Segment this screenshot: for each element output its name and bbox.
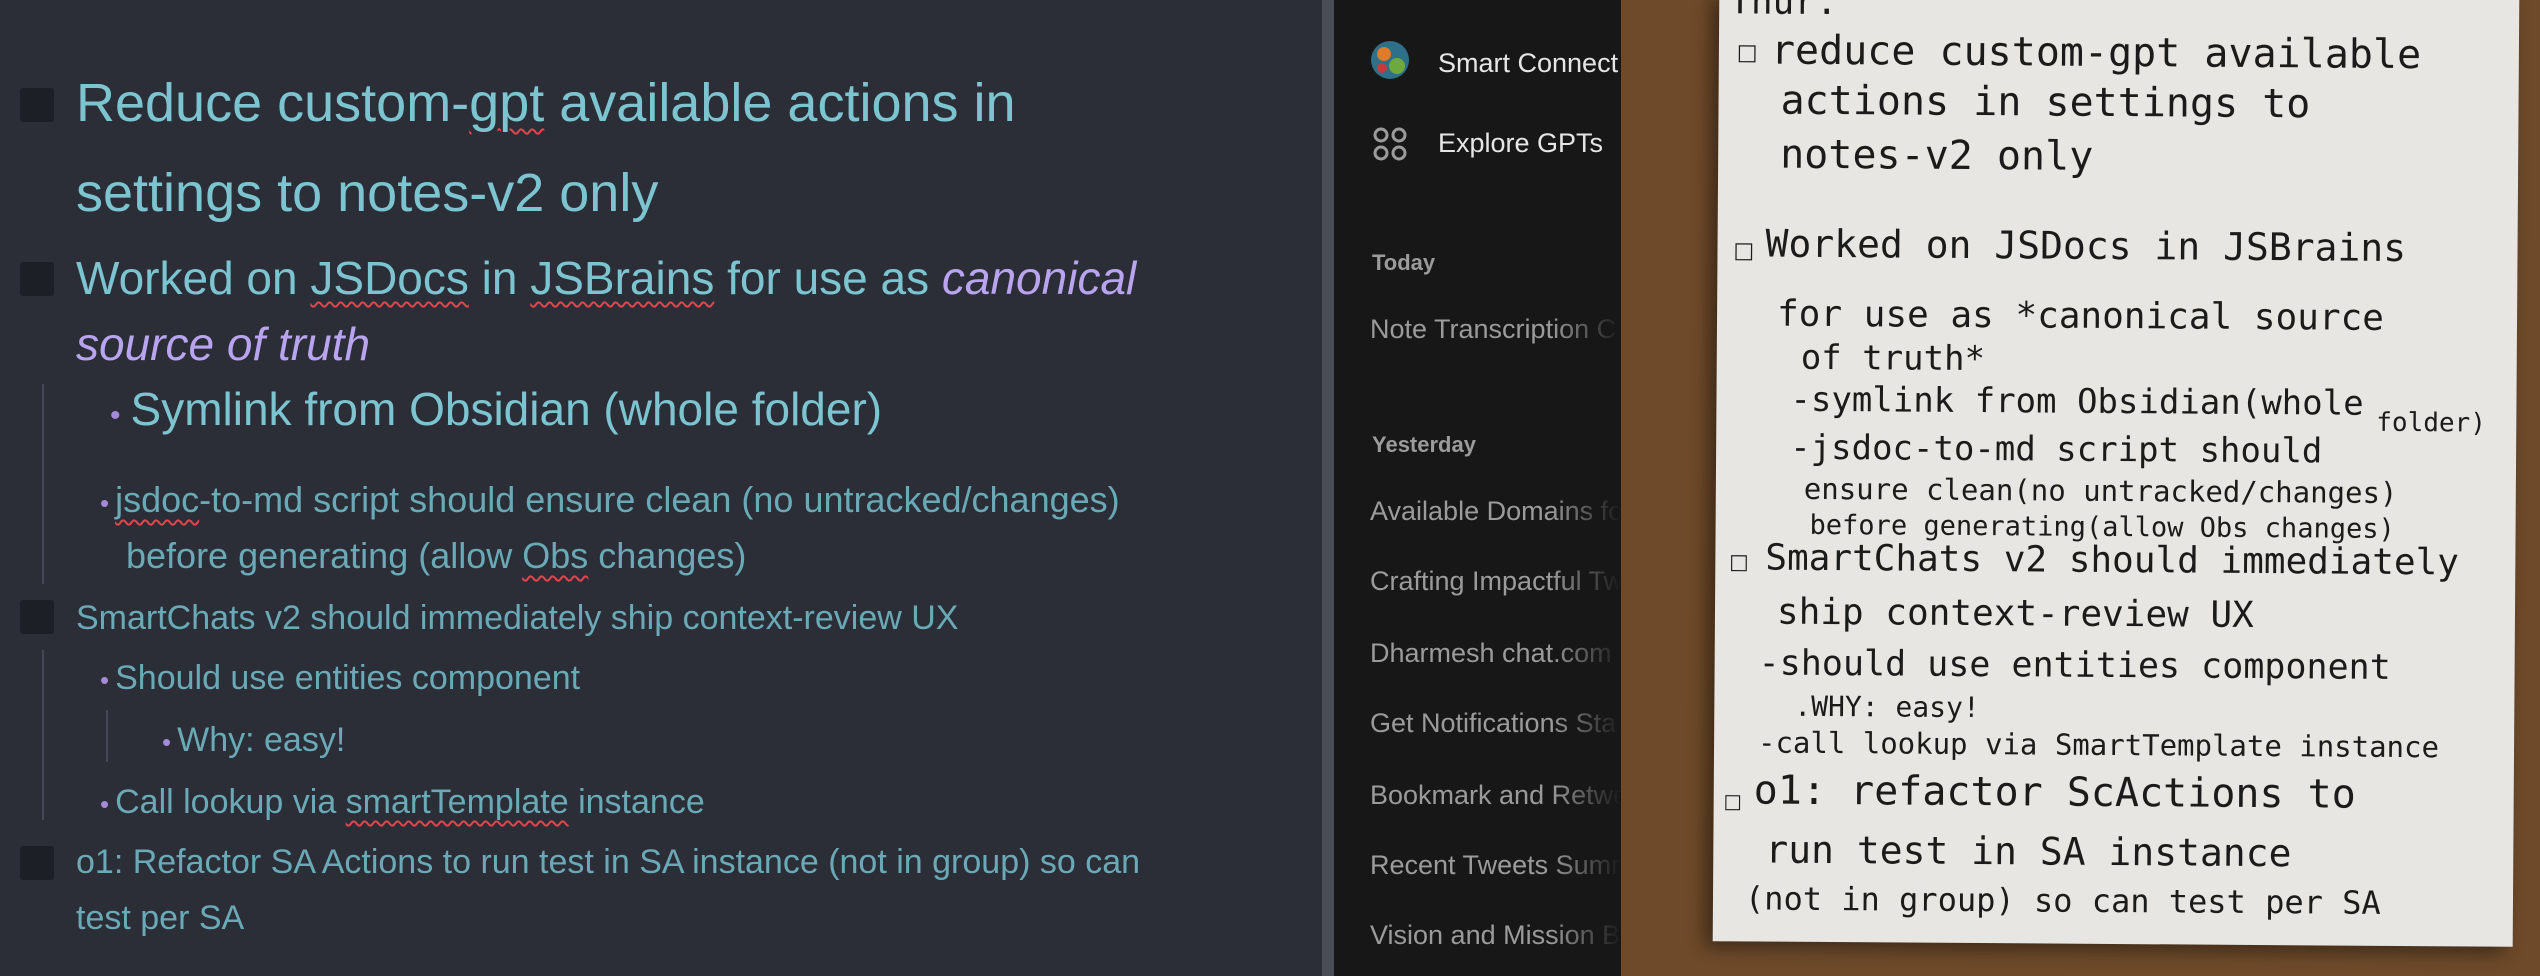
chat-sidebar: Smart Connect Explore GPTs Today Note Tr… (1334, 0, 1621, 976)
spellcheck-error[interactable]: smartTemplate (346, 783, 569, 821)
list-item: • jsdoc-to-md script should ensure clean … (100, 479, 1120, 520)
task-checkbox-4[interactable] (20, 846, 54, 880)
handwritten-line: folder) (2376, 407, 2487, 439)
handwritten-line: notes-v2 only (1780, 131, 2094, 180)
handwritten-line: .WHY: easy! (1794, 689, 1980, 725)
task-checkbox-3[interactable] (20, 600, 54, 634)
handwritten-line: reduce custom-gpt available (1770, 27, 2422, 79)
indent-guide (42, 384, 44, 584)
handwritten-line: for use as *canonical source (1776, 293, 2385, 339)
task-3-title: SmartChats v2 should immediately ship co… (76, 599, 959, 637)
section-heading-yesterday: Yesterday (1372, 432, 1476, 457)
task-1-line-2: settings to notes-v2 only (76, 163, 659, 223)
paper-sheet: Thur. ☐ reduce custom-gpt available acti… (1712, 0, 2520, 947)
task-4-line-1: o1: Refactor SA Actions to run test in S… (76, 843, 1141, 881)
gpt-smart-connect[interactable]: Smart Connect (1438, 48, 1618, 79)
grid-dots-icon (1370, 124, 1410, 164)
spellcheck-error[interactable]: JSBrains (530, 252, 714, 304)
task-checkbox-1[interactable] (20, 88, 54, 122)
task-4-line-2: test per SA (76, 899, 245, 937)
handwritten-line: SmartChats v2 should immediately (1765, 537, 2460, 584)
handwritten-checkbox: ☐ (1736, 31, 1758, 72)
italic-text: canonical (941, 252, 1137, 304)
explore-gpts-link[interactable]: Explore GPTs (1438, 128, 1603, 159)
task-1-line-1: Reduce custom-gpt available actions in (76, 73, 1016, 133)
handwritten-line: -should use entities component (1758, 643, 2391, 688)
handwritten-line: -call lookup via SmartTemplate instance (1757, 725, 2440, 765)
indent-guide (106, 710, 108, 762)
task-checkbox-2[interactable] (20, 262, 54, 296)
handwritten-line: (not in group) so can test per SA (1744, 879, 2381, 922)
sidebar-fade (1551, 300, 1621, 976)
list-item: • Call lookup via smartTemplate instance (100, 783, 705, 821)
pane-divider[interactable] (1322, 0, 1334, 976)
spellcheck-error[interactable]: jsdoc (115, 479, 199, 520)
handwritten-line: actions in settings to (1780, 77, 2311, 128)
handwritten-checkbox: ☐ (1729, 541, 1749, 580)
handwritten-line: Thur. (1729, 0, 1838, 24)
handwritten-line: -symlink from Obsidian(whole (1790, 379, 2364, 424)
handwritten-checkbox: ☐ (1733, 229, 1755, 270)
bullet-icon: • (100, 665, 110, 695)
spellcheck-error[interactable]: Obs (522, 535, 588, 576)
handwritten-line: run test in SA instance (1765, 827, 2292, 876)
task-2-line-2: source of truth (76, 318, 371, 370)
note-editor[interactable]: Reduce custom-gpt available actions in s… (0, 0, 1322, 976)
handwritten-line: Worked on JSDocs in JSBrains (1765, 221, 2407, 271)
indent-guide (42, 650, 44, 820)
bullet-icon: • (100, 789, 110, 819)
spellcheck-error[interactable]: JSDocs (310, 252, 468, 304)
section-heading-today: Today (1372, 250, 1436, 275)
list-item: • Symlink from Obsidian (whole folder) (110, 383, 883, 435)
task-2-line-1: Worked on JSDocs in JSBrains for use as … (76, 252, 1137, 304)
bullet-icon: • (110, 399, 121, 432)
list-item: • Why: easy! (162, 721, 346, 759)
bullet-icon: • (162, 727, 172, 757)
bullet-icon: • (100, 488, 110, 518)
handwritten-line: of truth* (1800, 337, 1986, 380)
smart-connect-avatar-icon (1370, 40, 1410, 80)
handwritten-line: ensure clean(no untracked/changes) (1803, 471, 2398, 510)
handwritten-line: -jsdoc-to-md script should (1790, 427, 2323, 472)
spellcheck-error[interactable]: gpt (469, 73, 544, 133)
list-item-continuation: before generating (allow Obs changes) (126, 535, 747, 576)
handwritten-line: ship context-review UX (1776, 591, 2254, 636)
list-item: • Should use entities component (100, 659, 581, 697)
handwritten-line: o1: refactor ScActions to (1753, 767, 2356, 818)
handwritten-note-photo: Thur. ☐ reduce custom-gpt available acti… (1621, 0, 2540, 976)
handwritten-checkbox: ☐ (1723, 783, 1742, 819)
